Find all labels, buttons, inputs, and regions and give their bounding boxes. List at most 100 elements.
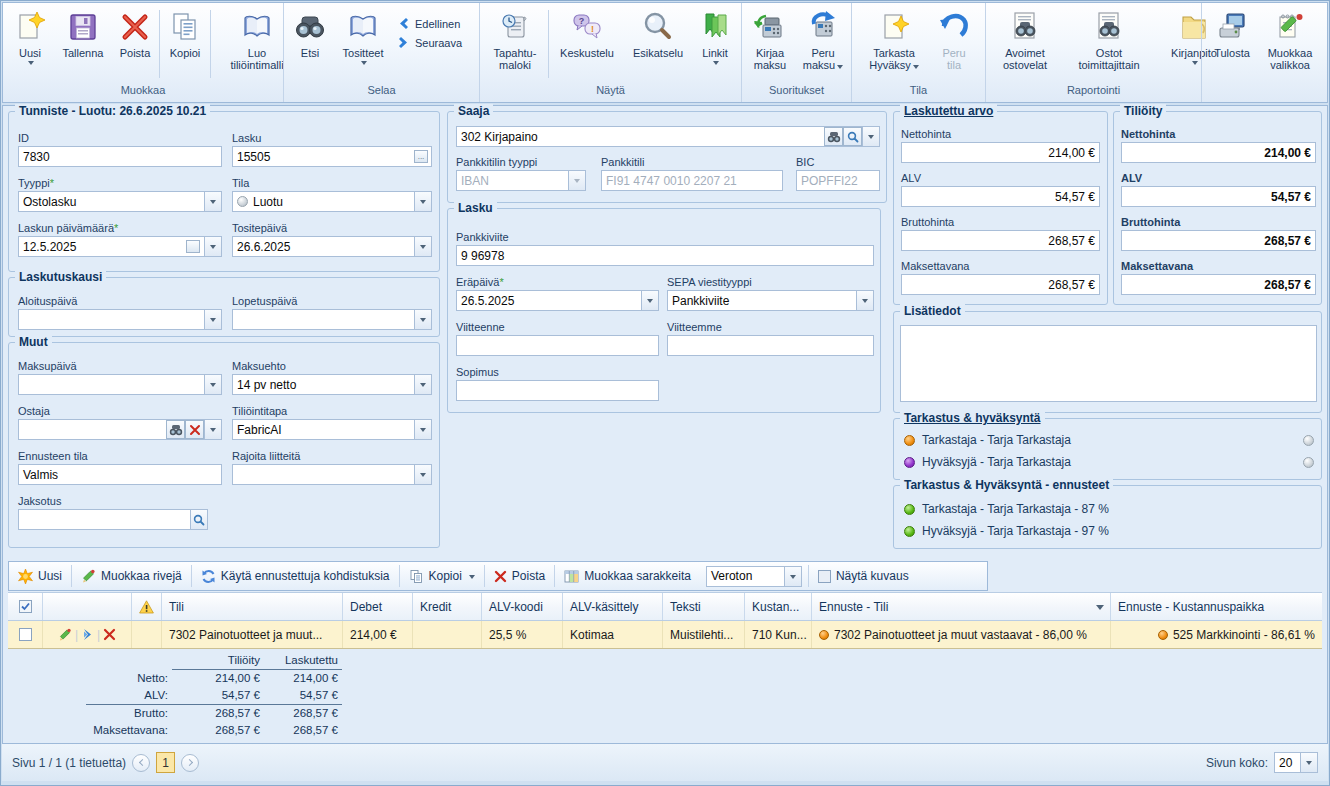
sort-arrow-icon[interactable] — [1096, 605, 1104, 614]
veroton-select[interactable]: Veroton — [700, 562, 808, 590]
dropdown-button[interactable] — [856, 291, 873, 310]
pankkiviite-input[interactable]: 9 96978 — [456, 245, 874, 266]
dropdown-button[interactable] — [204, 310, 221, 329]
search-button[interactable] — [190, 510, 207, 529]
cell-ennuste-kustannuspaikka[interactable]: 525 Markkinointi - 86,61 % — [1111, 621, 1322, 648]
viitteenne-input[interactable] — [456, 335, 659, 356]
header-tili[interactable]: Tili — [162, 593, 343, 620]
tositepaiva-select[interactable]: 26.6.2025 — [232, 236, 432, 257]
header-teksti[interactable]: Teksti — [663, 593, 745, 620]
grid-uusi-button[interactable]: Uusi — [9, 562, 71, 590]
ostot-toimittajittain-button[interactable]: Ostot toimittajittain — [1061, 7, 1157, 81]
poista-button[interactable]: Poista — [112, 7, 158, 81]
pankkitilin-tyyppi-select[interactable]: IBAN — [456, 170, 586, 191]
dropdown-button[interactable] — [414, 420, 431, 439]
laskun-paivamaara-input[interactable]: 12.5.2025 — [18, 236, 222, 257]
calendar-button[interactable] — [186, 240, 200, 253]
header-alv-kasittely[interactable]: ALV-käsittely — [563, 593, 663, 620]
muokkaa-valikkoa-button[interactable]: Muokkaa valikkoa — [1259, 7, 1321, 81]
saaja-input[interactable]: 302 Kirjapaino — [456, 126, 880, 147]
dropdown-button[interactable] — [414, 375, 431, 394]
dropdown-button[interactable] — [414, 192, 431, 211]
linkit-button[interactable]: Linkit — [692, 7, 738, 81]
muokkaa-riveja-button[interactable]: Muokkaa rivejä — [72, 562, 191, 590]
uusi-button[interactable]: Uusi — [6, 7, 54, 81]
header-debet[interactable]: Debet — [343, 593, 413, 620]
search-button[interactable] — [843, 127, 862, 146]
tallenna-button[interactable]: Tallenna — [54, 7, 112, 81]
viitteemme-input[interactable] — [667, 335, 874, 356]
ellipsis-button[interactable]: ... — [414, 150, 428, 163]
header-ennuste-tili[interactable]: Ennuste - Tili — [812, 593, 1111, 620]
dropdown-button[interactable] — [204, 420, 221, 439]
select-all-header[interactable] — [8, 593, 43, 620]
tiliointitapa-select[interactable]: FabricAI — [232, 419, 432, 440]
checkbox[interactable] — [818, 570, 831, 583]
rajoita-liitteita-select[interactable] — [232, 464, 432, 485]
peru-tila-button[interactable]: Peru tila — [933, 7, 975, 81]
row-select-cell[interactable] — [8, 621, 43, 648]
esikatselu-button[interactable]: Esikatselu — [624, 7, 692, 81]
cell-kredit[interactable] — [413, 621, 482, 648]
nayta-kuvaus-checkbox[interactable]: Näytä kuvaus — [809, 562, 918, 590]
cell-teksti[interactable]: Muistilehti... — [663, 621, 745, 648]
row-checkbox[interactable] — [19, 628, 32, 641]
dropdown-button[interactable] — [204, 192, 221, 211]
page-size-select[interactable]: 20 — [1274, 752, 1318, 773]
cell-alv-kasittely[interactable]: Kotimaa — [563, 621, 663, 648]
cell-debet[interactable]: 214,00 € — [343, 621, 413, 648]
erapaiva-select[interactable]: 26.5.2025 — [456, 290, 659, 311]
radio-indicator[interactable] — [1303, 457, 1314, 468]
jaksotus-input[interactable] — [18, 509, 208, 530]
ostaja-input[interactable] — [18, 419, 222, 440]
radio-indicator[interactable] — [1303, 435, 1314, 446]
next-page-button[interactable] — [181, 754, 199, 772]
clear-button[interactable] — [185, 420, 204, 439]
maksupaiva-select[interactable] — [18, 374, 222, 395]
sopimus-input[interactable] — [456, 380, 659, 401]
aloituspaiva-select[interactable] — [18, 309, 222, 330]
dropdown-button[interactable] — [414, 237, 431, 256]
header-kustannuspaikka[interactable]: Kustan... — [745, 593, 812, 620]
id-input[interactable]: 7830 — [18, 146, 222, 167]
binoculars-button[interactable] — [824, 127, 843, 146]
kirjaa-maksu-button[interactable]: Kirjaa maksu — [745, 7, 795, 81]
tila-select[interactable]: Luotu — [232, 191, 432, 212]
kayta-ennustettuja-button[interactable]: Käytä ennustettuja kohdistuksia — [192, 562, 399, 590]
cell-kustannuspaikka[interactable]: 710 Kun... — [745, 621, 812, 648]
tapahtumaloki-button[interactable]: Tapahtu- maloki — [483, 7, 547, 81]
dropdown-button[interactable] — [641, 291, 658, 310]
cell-ennuste-tili[interactable]: 7302 Painotuotteet ja muut vastaavat - 8… — [812, 621, 1111, 648]
cell-tili[interactable]: 7302 Painotuotteet ja muut... — [162, 621, 343, 648]
table-row[interactable]: | | 7302 Painotuotteet ja muut... 214,00… — [8, 621, 1322, 649]
lopetuspaiva-select[interactable] — [232, 309, 432, 330]
prev-page-button[interactable] — [132, 754, 150, 772]
sepa-viestityyppi-select[interactable]: Pankkiviite — [667, 290, 874, 311]
binoculars-button[interactable] — [166, 420, 185, 439]
dropdown-button[interactable] — [784, 567, 801, 586]
keskustelu-button[interactable]: ?! Keskustelu — [550, 7, 624, 81]
peru-maksu-button[interactable]: Peru maksu — [795, 7, 851, 81]
kopioi-button[interactable]: Kopioi — [161, 7, 209, 81]
muokkaa-sarakkeita-button[interactable]: Muokkaa sarakkeita — [555, 562, 700, 590]
dropdown-button[interactable] — [204, 237, 221, 256]
maksuehto-select[interactable]: 14 pv netto — [232, 374, 432, 395]
header-alv-koodi[interactable]: ALV-koodi — [482, 593, 563, 620]
dropdown-button[interactable] — [414, 310, 431, 329]
goto-icon[interactable] — [81, 628, 94, 641]
dropdown-button[interactable] — [1300, 753, 1317, 772]
delete-row-icon[interactable] — [103, 628, 116, 641]
cell-alv-koodi[interactable]: 25,5 % — [482, 621, 563, 648]
lisatiedot-textarea[interactable] — [900, 325, 1317, 402]
seuraava-button[interactable]: Seuraava — [397, 36, 471, 49]
bic-input[interactable]: POPFFI22 — [796, 170, 880, 191]
edit-row-icon[interactable] — [58, 628, 72, 642]
dropdown-button[interactable] — [862, 127, 879, 146]
lasku-input[interactable]: 15505 ... — [232, 146, 432, 167]
dropdown-button[interactable] — [204, 375, 221, 394]
header-kredit[interactable]: Kredit — [413, 593, 482, 620]
tositteet-button[interactable]: Tositteet — [333, 7, 393, 81]
avoimet-ostovelat-button[interactable]: Avoimet ostovelat — [989, 7, 1061, 81]
grid-kopioi-button[interactable]: Kopioi — [400, 562, 484, 590]
tulosta-button[interactable]: Tulosta — [1205, 7, 1259, 81]
